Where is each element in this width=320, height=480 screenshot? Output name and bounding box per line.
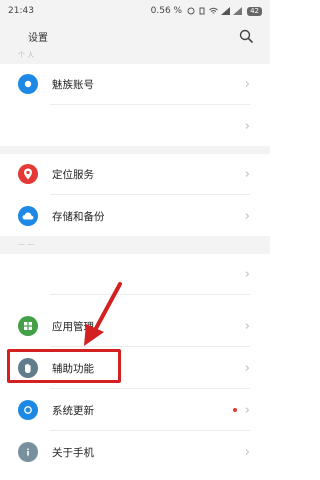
settings-item-label: 系统更新 xyxy=(52,404,94,417)
settings-item-about-phone[interactable]: 关于手机 › xyxy=(0,432,270,472)
page-title: 设置 xyxy=(28,32,48,44)
settings-item-label: 存储和备份 xyxy=(52,210,105,223)
cell-signal-icon xyxy=(221,7,231,15)
section-gap: — — xyxy=(0,236,270,254)
network-speed: 0.56 % xyxy=(150,6,183,16)
chevron-right-icon: › xyxy=(244,76,250,92)
settings-item-location[interactable]: 定位服务 › xyxy=(0,154,270,194)
settings-item-label: 关于手机 xyxy=(52,446,94,459)
location-pin-icon xyxy=(18,164,38,184)
settings-item-storage-backup[interactable]: 存储和备份 › xyxy=(0,196,270,236)
chevron-right-icon: › xyxy=(244,166,250,182)
chevron-right-icon: › xyxy=(244,402,250,418)
search-icon xyxy=(239,29,253,43)
settings-item[interactable]: › xyxy=(0,254,270,294)
chevron-right-icon: › xyxy=(244,266,250,282)
settings-item[interactable]: › xyxy=(0,106,270,146)
info-icon xyxy=(18,442,38,462)
apps-icon xyxy=(18,316,38,336)
annotation-arrow-icon xyxy=(84,282,122,346)
update-icon xyxy=(18,400,38,420)
section-gap xyxy=(0,146,270,154)
battery-icon: 42 xyxy=(247,6,262,16)
signal-icons xyxy=(187,7,243,15)
settings-item-meizu-account[interactable]: 魅族账号 › xyxy=(0,64,270,104)
alarm-icon xyxy=(187,7,195,15)
notification-dot xyxy=(232,408,237,412)
settings-item-label: 魅族账号 xyxy=(52,78,94,91)
status-bar: 21:43 0.56 % 42 xyxy=(0,0,270,22)
divider xyxy=(50,430,250,431)
divider xyxy=(50,388,250,389)
cell-signal-2-icon xyxy=(233,7,243,15)
app-header: 设置 xyxy=(0,22,270,50)
chevron-right-icon: › xyxy=(244,208,250,224)
section-gap: 个 人 xyxy=(0,50,270,64)
divider xyxy=(50,104,250,105)
status-time: 21:43 xyxy=(8,6,34,16)
section-label: — — xyxy=(18,240,35,248)
chevron-right-icon: › xyxy=(244,444,250,460)
vibrate-icon xyxy=(199,7,205,15)
search-button[interactable] xyxy=(236,26,256,46)
user-icon xyxy=(18,74,38,94)
chevron-right-icon: › xyxy=(244,318,250,334)
status-indicators: 0.56 % 42 xyxy=(151,6,262,16)
highlight-box xyxy=(7,349,121,383)
divider xyxy=(50,194,250,195)
settings-item-system-update[interactable]: 系统更新 › xyxy=(0,390,270,430)
wifi-icon xyxy=(209,7,218,14)
settings-item-app-management[interactable]: 应用管理 › xyxy=(0,306,270,346)
chevron-right-icon: › xyxy=(244,360,250,376)
cloud-icon xyxy=(18,206,38,226)
settings-item-label: 定位服务 xyxy=(52,168,94,181)
chevron-right-icon: › xyxy=(244,118,250,134)
section-label: 个 人 xyxy=(18,51,35,59)
